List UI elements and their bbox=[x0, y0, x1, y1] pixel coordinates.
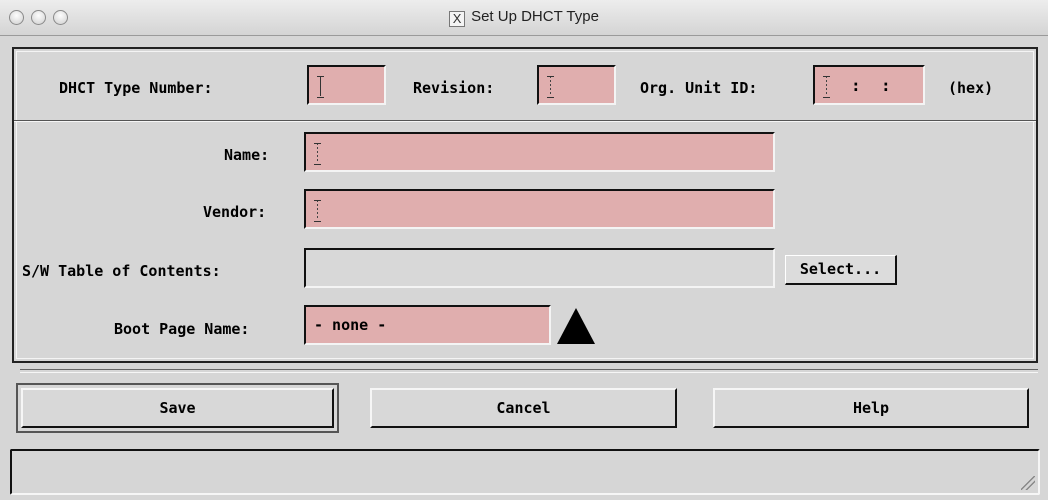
window-title-wrap: X Set Up DHCT Type bbox=[0, 8, 1048, 27]
text-cursor bbox=[317, 76, 325, 98]
dropdown-arrow-icon[interactable] bbox=[557, 308, 595, 344]
revision-label: Revision: bbox=[413, 79, 495, 97]
resize-grip-icon[interactable] bbox=[1021, 476, 1035, 490]
section-divider bbox=[14, 120, 1036, 122]
boot-page-value: - none - bbox=[314, 316, 387, 334]
title-bar: X Set Up DHCT Type bbox=[0, 0, 1048, 36]
select-toc-button[interactable]: Select... bbox=[785, 255, 897, 285]
type-number-input[interactable] bbox=[307, 65, 386, 105]
name-input[interactable] bbox=[304, 132, 775, 172]
org-unit-input[interactable]: : : bbox=[813, 65, 925, 105]
name-label: Name: bbox=[224, 146, 270, 164]
revision-input[interactable] bbox=[537, 65, 616, 105]
text-cursor bbox=[314, 143, 322, 165]
text-cursor bbox=[547, 76, 555, 98]
sw-toc-label: S/W Table of Contents: bbox=[22, 262, 221, 280]
cancel-button[interactable]: Cancel bbox=[370, 388, 677, 428]
text-cursor bbox=[314, 200, 322, 222]
save-button[interactable]: Save bbox=[16, 383, 339, 433]
vendor-label: Vendor: bbox=[203, 203, 267, 221]
text-cursor bbox=[823, 76, 831, 98]
type-number-label: DHCT Type Number: bbox=[59, 79, 213, 97]
boot-page-label: Boot Page Name: bbox=[114, 320, 250, 338]
vendor-input[interactable] bbox=[304, 189, 775, 229]
window-title: Set Up DHCT Type bbox=[471, 8, 599, 25]
hex-label: (hex) bbox=[948, 79, 994, 97]
org-unit-label: Org. Unit ID: bbox=[640, 79, 758, 97]
status-bar bbox=[10, 449, 1040, 495]
boot-page-select[interactable]: - none - bbox=[304, 305, 551, 345]
help-button[interactable]: Help bbox=[713, 388, 1029, 428]
x11-icon: X bbox=[449, 11, 466, 27]
sw-toc-field bbox=[304, 248, 775, 288]
button-separator bbox=[20, 369, 1038, 373]
